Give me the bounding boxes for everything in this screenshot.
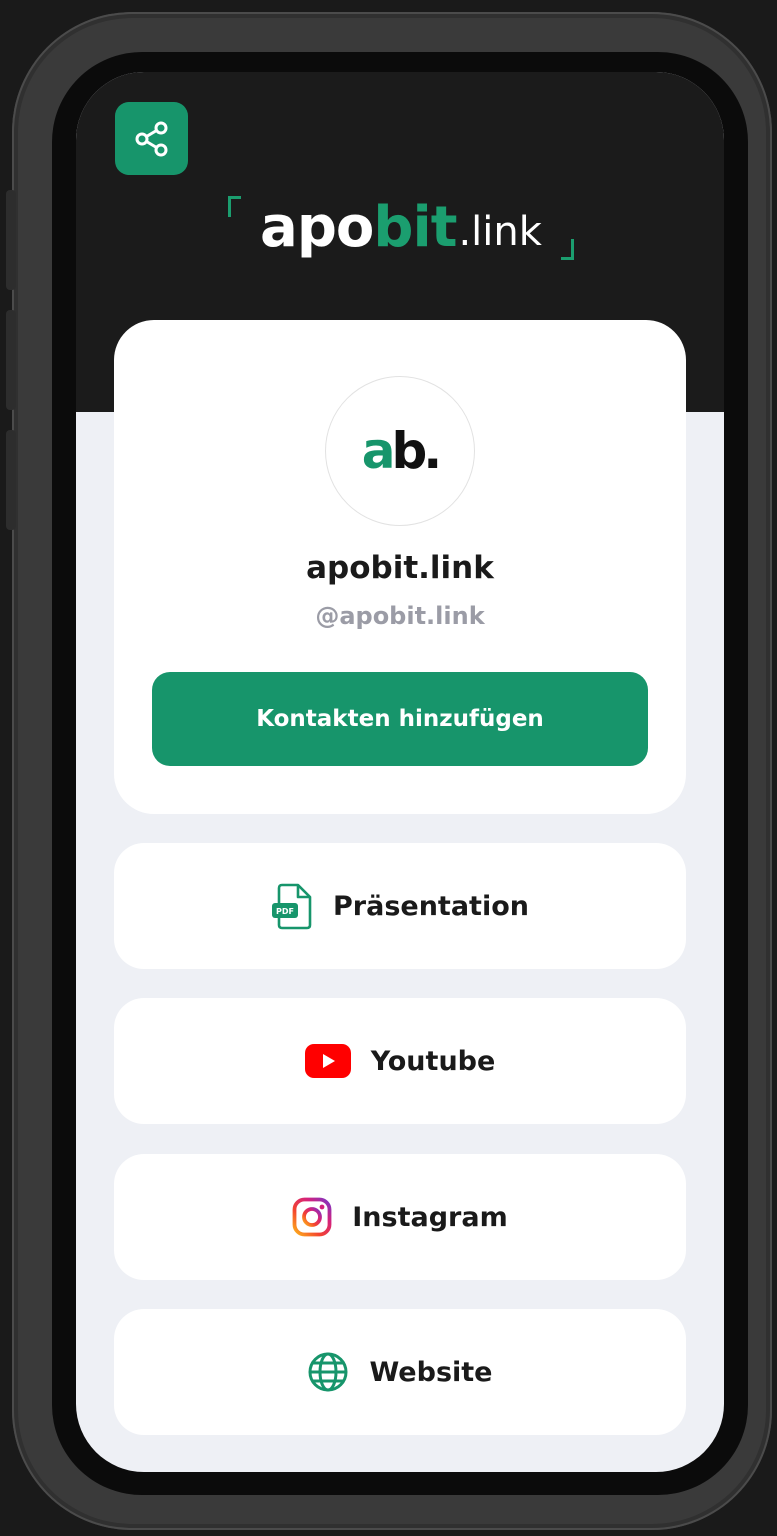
phone-side-button <box>6 190 16 290</box>
globe-icon <box>307 1351 349 1393</box>
logo-text-main: apo <box>260 194 374 260</box>
avatar-logo: ab. <box>361 422 443 480</box>
link-card-website[interactable]: Website <box>114 1309 686 1435</box>
link-label: Präsentation <box>333 890 529 922</box>
profile-name: apobit.link <box>306 550 494 586</box>
instagram-icon <box>292 1197 332 1237</box>
profile-handle: @apobit.link <box>315 602 485 630</box>
svg-text:PDF: PDF <box>276 907 294 916</box>
link-card-instagram[interactable]: Instagram <box>114 1154 686 1280</box>
link-label: Website <box>369 1356 493 1388</box>
logo-text-accent: bit <box>373 194 457 260</box>
logo-bracket-right <box>561 239 574 260</box>
pdf-file-icon: PDF <box>271 882 313 930</box>
add-contacts-button[interactable]: Kontakten hinzufügen <box>152 672 648 766</box>
profile-card: ab. apobit.link @apobit.link Kontakten h… <box>114 320 686 814</box>
youtube-icon <box>304 1044 351 1078</box>
logo-text-tld: .link <box>458 209 542 255</box>
brand-logo: apo bit .link <box>226 188 576 266</box>
logo-bracket-left <box>228 196 241 217</box>
share-icon <box>135 121 167 156</box>
link-label: Youtube <box>370 1045 496 1077</box>
avatar: ab. <box>325 376 475 526</box>
link-card-youtube[interactable]: Youtube <box>114 998 686 1124</box>
phone-screen: apo bit .link ab. apobit.link @apobit.link… <box>76 72 724 1472</box>
phone-side-button <box>6 310 16 410</box>
phone-side-button <box>6 430 16 530</box>
link-card-praesentation[interactable]: PDF Präsentation <box>114 843 686 969</box>
link-label: Instagram <box>352 1201 508 1233</box>
share-button[interactable] <box>115 102 188 175</box>
